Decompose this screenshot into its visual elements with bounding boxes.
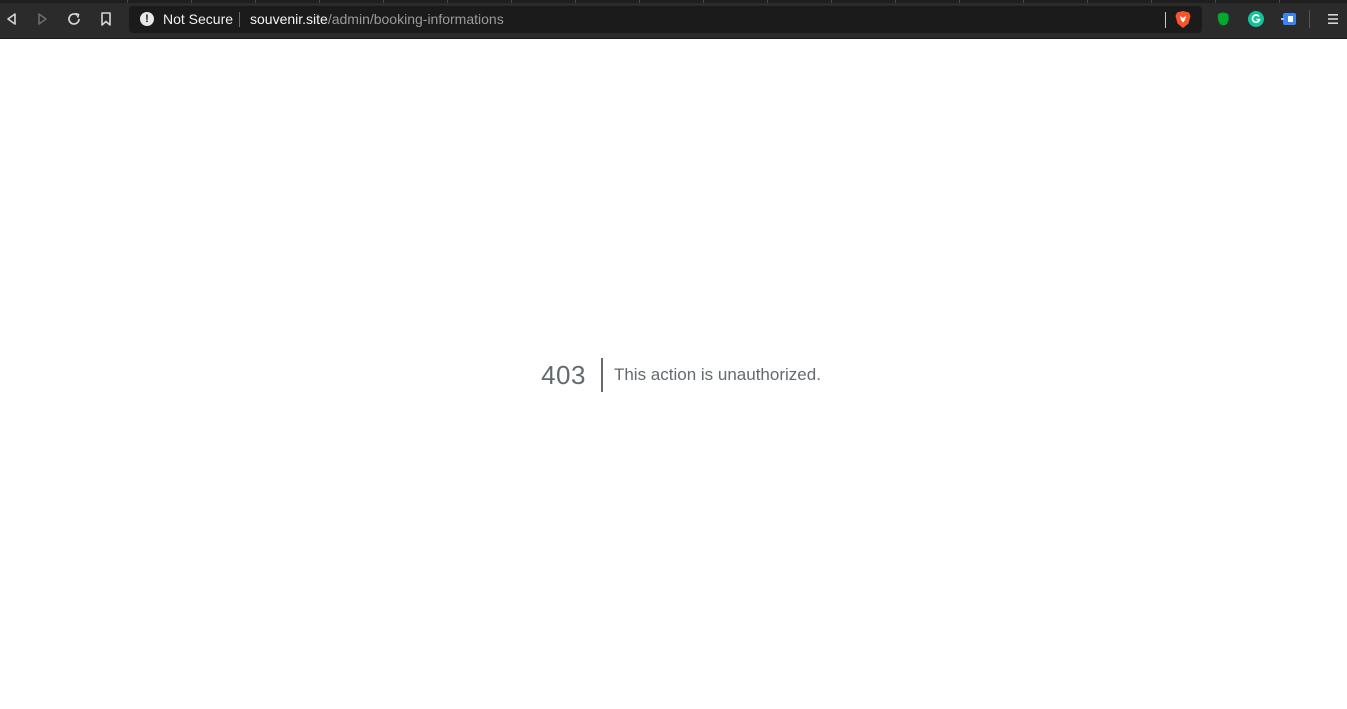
extension-icon[interactable]: [1280, 10, 1298, 28]
error-container: 403 This action is unauthorized.: [0, 357, 1347, 393]
reload-icon: [68, 12, 80, 25]
browser-toolbar: ! Not Secure souvenir.site/admin/booking…: [0, 0, 1347, 39]
error-code: 403: [526, 358, 603, 392]
bookmark-icon: [101, 12, 111, 26]
tab-strip[interactable]: [0, 0, 1347, 3]
toolbar-separator: [1309, 10, 1310, 28]
evernote-icon[interactable]: [1214, 10, 1232, 28]
forward-arrow-icon: [38, 13, 47, 25]
url-path: /admin/booking-informations: [327, 11, 504, 27]
url-text[interactable]: souvenir.site/admin/booking-informations: [250, 12, 504, 27]
warning-icon[interactable]: !: [140, 12, 154, 26]
address-right-divider: [1165, 12, 1166, 28]
forward-button[interactable]: [31, 8, 53, 30]
grammarly-icon[interactable]: [1247, 10, 1265, 28]
security-label[interactable]: Not Secure: [163, 12, 233, 27]
back-arrow-icon: [7, 13, 16, 25]
url-host: souvenir.site: [250, 11, 328, 27]
reload-button[interactable]: [63, 8, 85, 30]
page-content: 403 This action is unauthorized.: [0, 39, 1347, 709]
hamburger-menu-icon[interactable]: [1323, 9, 1343, 29]
address-divider: [239, 12, 240, 27]
back-button[interactable]: [1, 8, 23, 30]
bookmark-button[interactable]: [95, 8, 117, 30]
address-bar[interactable]: ! Not Secure souvenir.site/admin/booking…: [129, 6, 1202, 33]
brave-shield-icon[interactable]: [1174, 10, 1192, 29]
error-message: This action is unauthorized.: [613, 365, 821, 384]
